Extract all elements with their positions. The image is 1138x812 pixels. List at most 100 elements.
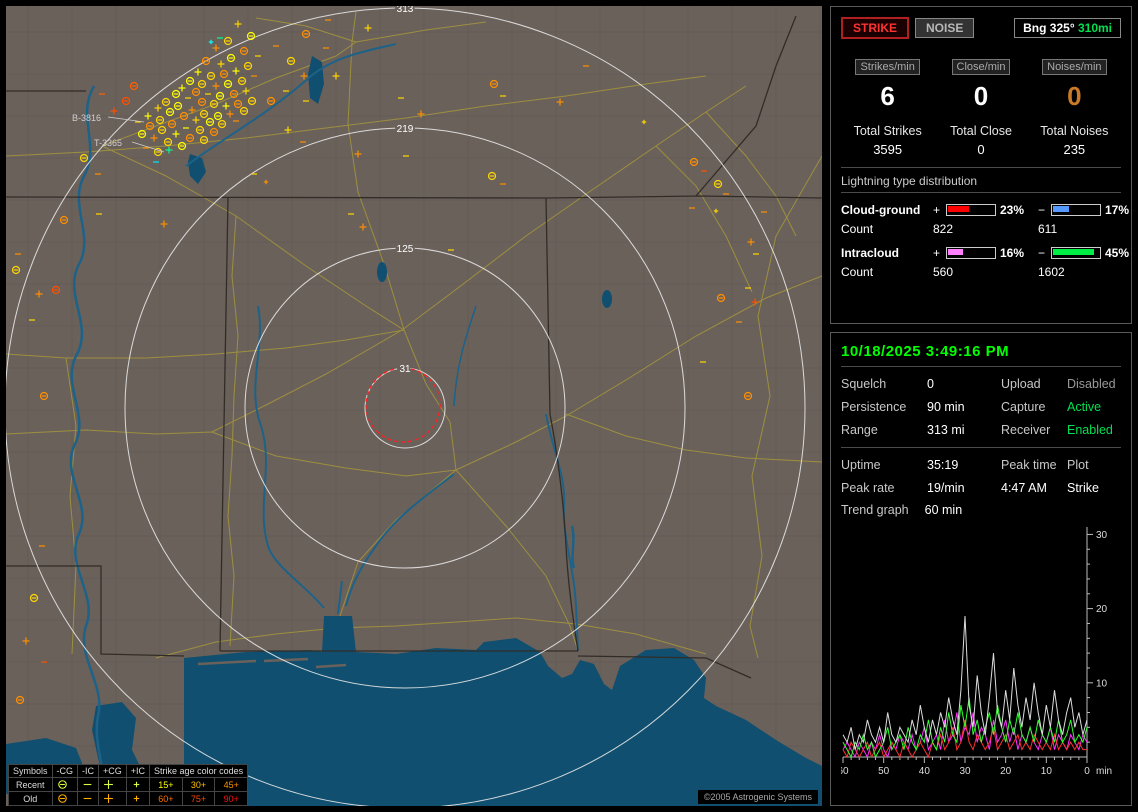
cg-plus-bar bbox=[946, 204, 996, 216]
count-label: Count bbox=[841, 222, 874, 236]
svg-text:50: 50 bbox=[878, 766, 890, 777]
count-label: Count bbox=[841, 265, 874, 279]
lightning-map[interactable]: 313 219 125 31 B-3816 T-3365 Symbols -CG… bbox=[6, 6, 822, 806]
rate-labels-row: Strikes/min Close/min Noises/min bbox=[841, 57, 1121, 75]
trend-graph-value: 60 min bbox=[924, 503, 963, 517]
squelch-label: Squelch bbox=[841, 377, 887, 391]
mode-buttons: STRIKE NOISE bbox=[841, 17, 975, 39]
bearing-label: Bng 325° bbox=[1023, 21, 1075, 35]
total-noises-value: 235 bbox=[1063, 142, 1086, 157]
ic-neg-recent-icon bbox=[77, 777, 100, 792]
lake-1 bbox=[377, 262, 387, 282]
strike-mode-button[interactable]: STRIKE bbox=[841, 17, 910, 39]
svg-text:20: 20 bbox=[1000, 766, 1012, 777]
plot-label: Plot bbox=[1067, 458, 1089, 472]
storm-cell-label: B-3816 bbox=[72, 113, 101, 123]
trend-graph: 10 20 30 60 50 40 30 20 10 0 min bbox=[841, 521, 1121, 783]
ic-neg-old-icon bbox=[77, 791, 100, 806]
noises-per-min-button[interactable]: Noises/min bbox=[1042, 59, 1107, 75]
legend-symbols-header: Symbols bbox=[8, 764, 53, 778]
bearing-range: 310mi bbox=[1077, 21, 1112, 35]
minus-sign: − bbox=[1038, 246, 1046, 260]
storm-cell-label: T-3365 bbox=[94, 138, 122, 148]
datetime-display: 10/18/2025 3:49:16 PM bbox=[841, 343, 1010, 360]
svg-text:10: 10 bbox=[1041, 766, 1053, 777]
divider bbox=[841, 447, 1121, 448]
svg-text:0: 0 bbox=[1084, 766, 1090, 777]
peak-time-label: Peak time bbox=[1001, 458, 1057, 472]
statistics-panel: STRIKE NOISE Bng 325° 310mi Strikes/min C… bbox=[830, 6, 1132, 324]
cg-plus-pct: 23% bbox=[1000, 203, 1025, 217]
ring-label-31: 31 bbox=[399, 364, 411, 375]
close-per-min-button[interactable]: Close/min bbox=[951, 59, 1011, 75]
ring-label-313: 313 bbox=[397, 6, 414, 15]
capture-label: Capture bbox=[1001, 400, 1046, 414]
svg-text:30: 30 bbox=[959, 766, 971, 777]
squelch-value: 0 bbox=[927, 377, 934, 391]
range-label: Range bbox=[841, 423, 878, 437]
capture-status: Active bbox=[1067, 400, 1102, 414]
ic-plus-count: 560 bbox=[933, 265, 954, 279]
peak-rate-value: 19/min bbox=[927, 481, 965, 495]
divider bbox=[841, 366, 1121, 367]
bearing-readout: Bng 325° 310mi bbox=[1014, 18, 1121, 38]
ic-pos-recent-icon bbox=[125, 777, 151, 792]
close-per-min-value: 0 bbox=[973, 81, 989, 111]
divider bbox=[841, 167, 1121, 168]
persistence-value: 90 min bbox=[927, 400, 965, 414]
cg-minus-bar bbox=[1051, 204, 1101, 216]
svg-text:30: 30 bbox=[1096, 530, 1108, 541]
ic-plus-pct: 16% bbox=[1000, 246, 1025, 260]
intracloud-row: Intracloud + 16% − 45% bbox=[841, 246, 1129, 260]
upload-label: Upload bbox=[1001, 377, 1041, 391]
legend-age-header: Strike age color codes bbox=[149, 764, 249, 778]
strikes-per-min-value: 6 bbox=[880, 81, 895, 111]
strikes-per-min-button[interactable]: Strikes/min bbox=[855, 59, 920, 75]
total-close-value: 0 bbox=[977, 142, 985, 157]
legend-age-75: 75+ bbox=[181, 791, 216, 806]
total-close-label: Total Close bbox=[950, 124, 1012, 138]
plot-value: Strike bbox=[1067, 481, 1099, 495]
plus-sign: + bbox=[933, 246, 941, 260]
legend-col-cg-pos: +CG bbox=[98, 764, 127, 778]
receiver-label: Receiver bbox=[1001, 423, 1051, 437]
cloud-ground-count-row: Count 822 611 bbox=[841, 222, 1121, 236]
svg-text:min: min bbox=[1096, 766, 1112, 777]
ic-minus-bar bbox=[1051, 247, 1101, 259]
svg-text:10: 10 bbox=[1096, 678, 1108, 689]
cloud-ground-label: Cloud-ground bbox=[841, 203, 921, 217]
cg-pos-old-icon bbox=[98, 791, 127, 806]
legend-age-15: 15+ bbox=[149, 777, 183, 792]
noise-mode-button[interactable]: NOISE bbox=[915, 18, 975, 38]
svg-text:20: 20 bbox=[1096, 604, 1108, 615]
legend-col-cg-neg: -CG bbox=[51, 764, 79, 778]
noises-per-min-value: 0 bbox=[1067, 81, 1082, 111]
total-strikes-label: Total Strikes bbox=[853, 124, 922, 138]
walter-george-lake bbox=[570, 525, 576, 569]
stats-grid: Uptime 35:19 Peak time Plot Peak rate 19… bbox=[841, 458, 1121, 495]
svg-text:40: 40 bbox=[919, 766, 931, 777]
cg-plus-count: 822 bbox=[933, 222, 954, 236]
total-strikes-value: 3595 bbox=[873, 142, 903, 157]
total-noises-label: Total Noises bbox=[1040, 124, 1109, 138]
legend-age-45: 45+ bbox=[214, 777, 249, 792]
cg-neg-old-icon bbox=[51, 791, 79, 806]
range-value: 313 mi bbox=[927, 423, 965, 437]
status-grid: Squelch 0 Upload Disabled Persistence 90… bbox=[841, 377, 1121, 437]
copyright-text: ©2005 Astrogenic Systems bbox=[697, 790, 818, 804]
legend-age-30: 30+ bbox=[181, 777, 216, 792]
cg-minus-pct: 17% bbox=[1105, 203, 1130, 217]
peak-time-value: 4:47 AM bbox=[1001, 481, 1047, 495]
ic-plus-bar bbox=[946, 247, 996, 259]
legend-col-ic-pos: +IC bbox=[125, 764, 151, 778]
svg-text:60: 60 bbox=[841, 766, 849, 777]
uptime-value: 35:19 bbox=[927, 458, 959, 472]
ring-label-125: 125 bbox=[397, 244, 414, 255]
map-legend: Symbols -CG -IC +CG +IC Strike age color… bbox=[8, 764, 249, 806]
cg-minus-count: 611 bbox=[1038, 222, 1058, 236]
lake-2 bbox=[602, 290, 612, 308]
intracloud-label: Intracloud bbox=[841, 246, 900, 260]
legend-age-90: 90+ bbox=[214, 791, 249, 806]
persistence-label: Persistence bbox=[841, 400, 907, 414]
legend-old-label: Old bbox=[8, 791, 53, 806]
